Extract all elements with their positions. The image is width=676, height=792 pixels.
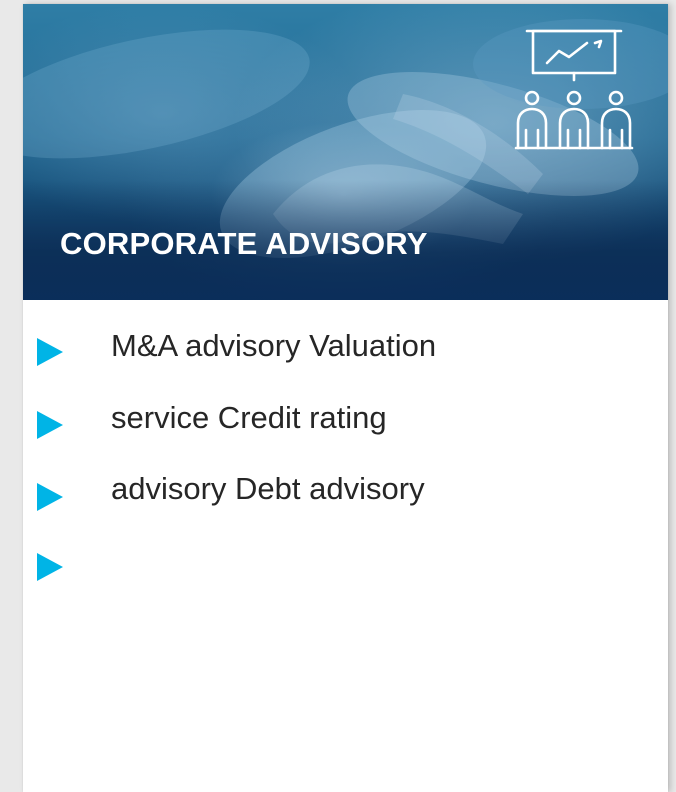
banner-image: CORPORATE ADVISORY [23,4,668,300]
service-card: CORPORATE ADVISORY M&A advisory Valuatio… [23,4,668,792]
list-item-text: service Credit rating [111,400,387,435]
triangle-bullet-icon [37,483,63,511]
list-item-text: advisory Debt advisory [111,471,425,506]
triangle-bullet-icon [37,411,63,439]
triangle-bullet-icon [37,338,63,366]
card-title: CORPORATE ADVISORY [60,226,428,261]
triangle-bullet-icon [37,553,63,581]
presentation-meeting-icon [514,29,634,150]
list-item-text: M&A advisory Valuation [111,328,437,363]
